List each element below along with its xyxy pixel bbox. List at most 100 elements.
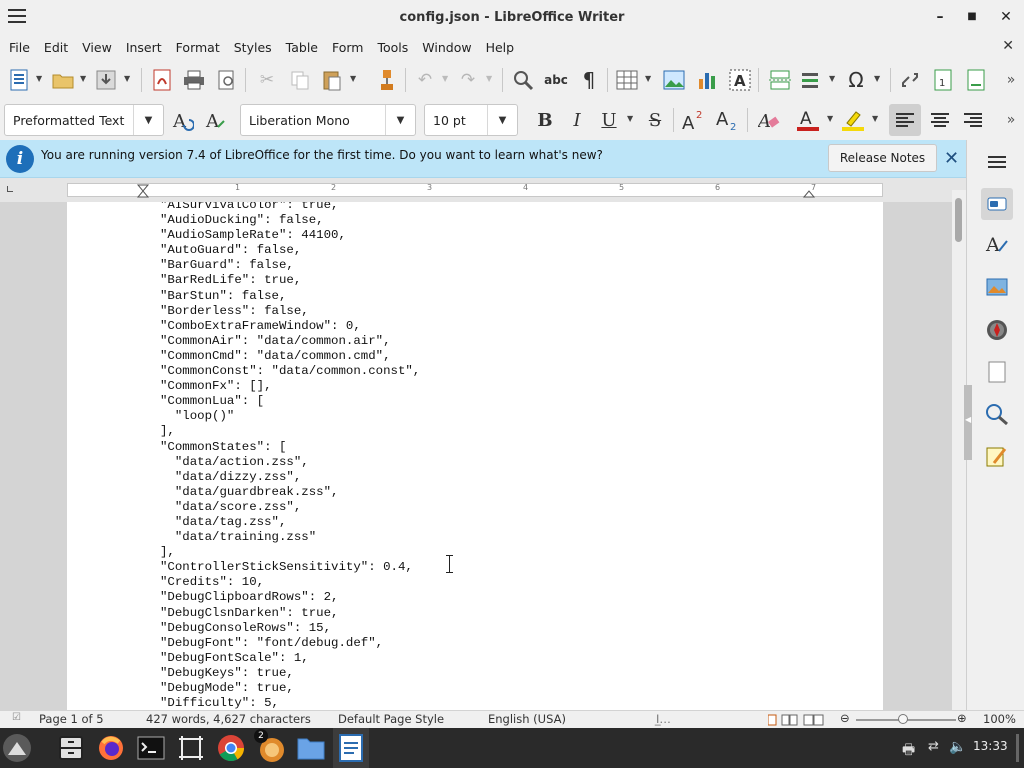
insert-chart-icon[interactable]	[695, 68, 719, 92]
notification-app-icon[interactable]: 2	[254, 729, 287, 764]
insert-text-box-icon[interactable]: A	[728, 68, 752, 92]
chevron-down-icon[interactable]: ▼	[829, 74, 835, 83]
chevron-down-icon[interactable]: ▼	[872, 114, 878, 123]
document-line[interactable]: "BarStun": false,	[160, 289, 420, 304]
menu-table[interactable]: Table	[279, 40, 325, 55]
document-line[interactable]: "CommonStates": [	[160, 440, 420, 455]
copy-icon[interactable]	[288, 68, 312, 92]
manage-changes-icon[interactable]	[985, 444, 1009, 468]
document-line[interactable]: "DebugClsnDarken": true,	[160, 606, 420, 621]
underline-icon[interactable]: U	[597, 108, 621, 132]
document-line[interactable]: "DebugFontScale": 1,	[160, 651, 420, 666]
files-folder-icon[interactable]	[295, 732, 327, 764]
chrome-icon[interactable]	[215, 732, 247, 764]
chevron-down-icon[interactable]: ▼	[627, 114, 633, 123]
document-line[interactable]: "DebugConsoleRows": 15,	[160, 621, 420, 636]
text-language[interactable]: English (USA)	[488, 712, 566, 726]
zoom-in-icon[interactable]: ⊕	[957, 711, 967, 725]
chevron-down-icon[interactable]: ▼	[645, 74, 651, 83]
document-line[interactable]: "data/score.zss",	[160, 500, 420, 515]
align-right-icon[interactable]	[961, 108, 985, 132]
document-line[interactable]: "loop()"	[160, 409, 420, 424]
styles-icon[interactable]: A	[985, 232, 1009, 256]
print-icon[interactable]	[182, 68, 206, 92]
align-left-icon[interactable]	[889, 104, 921, 136]
document-line[interactable]: "CommonCmd": "data/common.cmd",	[160, 349, 420, 364]
align-center-icon[interactable]	[928, 108, 952, 132]
chevron-down-icon[interactable]: ▼	[133, 105, 163, 135]
menu-form[interactable]: Form	[325, 40, 371, 55]
document-text[interactable]: "AISurvivalColor": true, "AudioDucking": …	[160, 202, 420, 710]
close-window-button[interactable]: ✕	[996, 8, 1016, 26]
page-icon[interactable]	[985, 360, 1009, 384]
menu-edit[interactable]: Edit	[37, 40, 75, 55]
close-document-icon[interactable]: ✕	[1002, 38, 1014, 54]
screenshot-tool-icon[interactable]	[175, 732, 207, 764]
document-line[interactable]: ],	[160, 545, 420, 560]
file-cabinet-icon[interactable]	[55, 732, 87, 764]
document-line[interactable]: "ComboExtraFrameWindow": 0,	[160, 319, 420, 334]
scrollbar-thumb[interactable]	[955, 198, 962, 242]
font-size-combo[interactable]: 10 pt ▼	[424, 104, 518, 136]
new-style-icon[interactable]: A	[204, 108, 228, 132]
printer-icon[interactable]: 🖶	[902, 739, 915, 763]
show-desktop-button[interactable]	[1016, 734, 1019, 762]
italic-icon[interactable]: I	[565, 108, 589, 132]
tab-stop-icon[interactable]	[7, 186, 13, 192]
subscript-icon[interactable]: A2	[716, 108, 740, 132]
document-line[interactable]: "DebugClipboardRows": 2,	[160, 590, 420, 605]
menu-help[interactable]: Help	[479, 40, 522, 55]
menu-tools[interactable]: Tools	[370, 40, 415, 55]
chevron-down-icon[interactable]: ▼	[874, 74, 880, 83]
chevron-down-icon[interactable]: ▼	[385, 105, 415, 135]
menu-format[interactable]: Format	[169, 40, 227, 55]
menu-file[interactable]: File	[2, 40, 37, 55]
chevron-down-icon[interactable]: ▼	[487, 105, 517, 135]
document-line[interactable]: "Borderless": false,	[160, 304, 420, 319]
hamburger-menu-icon[interactable]	[8, 9, 26, 25]
paragraph-style-combo[interactable]: Preformatted Text ▼	[4, 104, 164, 136]
menu-styles[interactable]: Styles	[227, 40, 279, 55]
close-infobar-icon[interactable]: ✕	[944, 148, 959, 169]
document-line[interactable]: "BarRedLife": true,	[160, 273, 420, 288]
special-character-icon[interactable]: Ω	[844, 68, 868, 92]
font-name-combo[interactable]: Liberation Mono ▼	[240, 104, 416, 136]
zoom-out-icon[interactable]: ⊖	[840, 711, 850, 725]
insert-table-icon[interactable]	[615, 68, 639, 92]
more-options-icon[interactable]: »	[999, 68, 1023, 92]
update-style-icon[interactable]: A	[171, 108, 195, 132]
paste-icon[interactable]	[320, 68, 344, 92]
document-line[interactable]: "CommonAir": "data/common.air",	[160, 334, 420, 349]
word-count[interactable]: 427 words, 4,627 characters	[146, 712, 311, 726]
chevron-down-icon[interactable]: ▼	[827, 114, 833, 123]
document-line[interactable]: "CommonConst": "data/common.const",	[160, 364, 420, 379]
document-line[interactable]: "DebugFont": "font/debug.def",	[160, 636, 420, 651]
document-line[interactable]: "data/guardbreak.zss",	[160, 485, 420, 500]
insert-page-break-icon[interactable]	[768, 68, 792, 92]
insert-hyperlink-icon[interactable]	[898, 68, 922, 92]
insert-field-icon[interactable]	[800, 68, 824, 92]
document-area[interactable]: "AISurvivalColor": true, "AudioDucking": …	[0, 202, 952, 710]
view-layout-icon[interactable]	[768, 714, 824, 726]
zoom-level[interactable]: 100%	[983, 712, 1016, 726]
insert-image-icon[interactable]	[662, 68, 686, 92]
navigator-icon[interactable]	[985, 318, 1009, 342]
menu-window[interactable]: Window	[415, 40, 478, 55]
page-style[interactable]: Default Page Style	[338, 712, 444, 726]
firefox-icon[interactable]	[95, 732, 127, 764]
document-line[interactable]: "data/tag.zss",	[160, 515, 420, 530]
document-line[interactable]: "AudioDucking": false,	[160, 213, 420, 228]
chevron-down-icon[interactable]: ▼	[486, 74, 492, 83]
chevron-down-icon[interactable]: ▼	[80, 74, 86, 83]
bold-icon[interactable]: B	[533, 108, 557, 132]
find-replace-icon[interactable]	[511, 68, 535, 92]
new-document-icon[interactable]	[7, 68, 31, 92]
document-line[interactable]: "Difficulty": 5,	[160, 696, 420, 710]
document-line[interactable]: "ControllerStickSensitivity": 0.4,	[160, 560, 420, 575]
print-preview-icon[interactable]	[215, 68, 239, 92]
chevron-down-icon[interactable]: ▼	[124, 74, 130, 83]
strikethrough-icon[interactable]: S	[643, 108, 667, 132]
document-page[interactable]: "AISurvivalColor": true, "AudioDucking": …	[67, 202, 883, 710]
horizontal-ruler[interactable]: 1 2 3 4 5 6 7	[0, 178, 966, 202]
volume-icon[interactable]: 🔈	[949, 739, 966, 755]
